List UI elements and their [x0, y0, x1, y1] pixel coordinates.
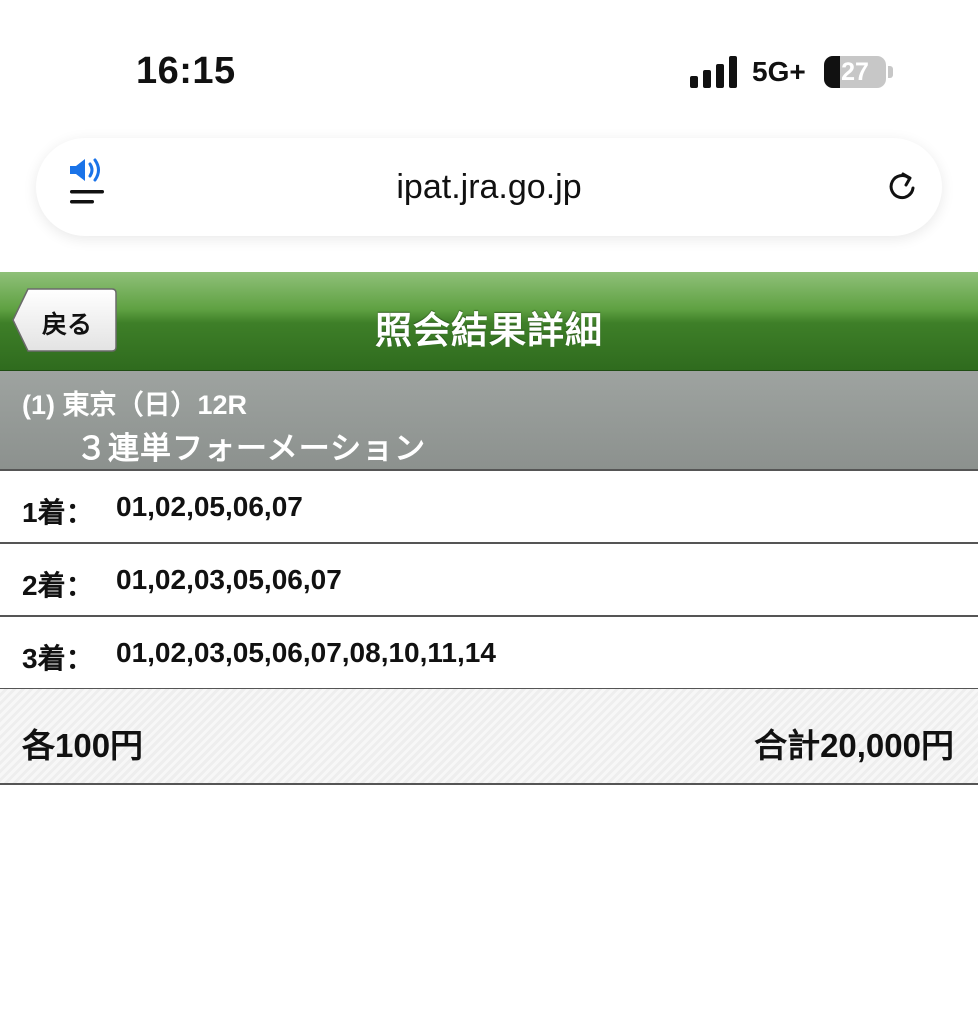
page-title: 照会結果詳細: [375, 310, 603, 351]
address-bar[interactable]: ipat.jra.go.jp: [36, 138, 942, 236]
bet-summary: 各100円 合計20,000円: [0, 689, 978, 785]
selection-row-3rd: 3着： 01,02,03,05,06,07,08,10,11,14: [0, 617, 978, 690]
race-name: (1) 東京（日）12R: [22, 390, 248, 420]
selection-values: 01,02,05,06,07: [116, 491, 303, 522]
each-amount: 各100円: [22, 727, 144, 764]
status-bar: 16:15 5G+ 27: [0, 0, 978, 130]
selection-label: 2着：: [22, 570, 94, 601]
selection-label: 1着：: [22, 497, 94, 528]
battery-cap: [888, 66, 893, 78]
signal-icon: [690, 56, 740, 88]
battery-level: 27: [841, 58, 869, 86]
total-amount: 合計20,000円: [754, 727, 954, 764]
network-type: 5G+: [752, 56, 806, 87]
selection-row-2nd: 2着： 01,02,03,05,06,07: [0, 544, 978, 617]
race-info: (1) 東京（日）12R ３連単フォーメーション: [0, 371, 978, 471]
selection-row-1st: 1着： 01,02,05,06,07: [0, 471, 978, 544]
battery-icon: 27: [824, 56, 886, 88]
selection-label: 3着：: [22, 643, 94, 674]
selection-values: 01,02,03,05,06,07,08,10,11,14: [116, 637, 496, 668]
page-header: 戻る 照会結果詳細: [0, 272, 978, 371]
bet-type: ３連単フォーメーション: [76, 431, 427, 466]
status-time: 16:15: [136, 50, 236, 92]
reload-icon[interactable]: [884, 168, 920, 204]
url-text[interactable]: ipat.jra.go.jp: [36, 168, 942, 207]
selection-values: 01,02,03,05,06,07: [116, 564, 342, 595]
